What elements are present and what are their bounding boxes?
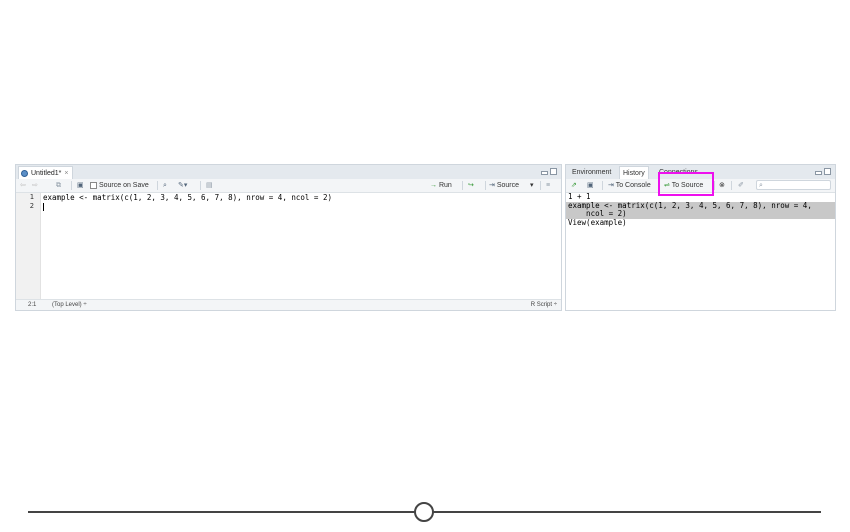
- code-tools-wand-icon[interactable]: ✎▾: [178, 180, 187, 191]
- code-line[interactable]: example <- matrix(c(1, 2, 3, 4, 5, 6, 7,…: [43, 193, 561, 202]
- history-window-controls: [815, 168, 831, 175]
- source-toolbar: ⇦ ⇨ ⧉ ▣ Source on Save ⌕ ✎▾ ▤ → Run ↪ ⇥ …: [16, 179, 561, 193]
- minimize-pane-icon[interactable]: [541, 171, 548, 175]
- toolbar-divider: [540, 181, 541, 190]
- source-button[interactable]: ⇥ Source: [489, 180, 519, 191]
- scope-selector[interactable]: (Top Level) ÷: [52, 300, 87, 310]
- source-on-save-toggle[interactable]: Source on Save: [90, 180, 149, 191]
- load-history-icon[interactable]: ⇗: [571, 180, 577, 191]
- clear-history-broom-icon[interactable]: ✐: [738, 180, 744, 191]
- tab-environment[interactable]: Environment: [569, 166, 614, 179]
- history-search-input[interactable]: ⌕: [756, 180, 831, 190]
- source-window-controls: [541, 168, 557, 175]
- code-area[interactable]: example <- matrix(c(1, 2, 3, 4, 5, 6, 7,…: [43, 193, 561, 211]
- timeline-scrubber-handle[interactable]: [414, 502, 434, 522]
- source-label: Source: [496, 182, 520, 189]
- timeline-track-left: [28, 511, 415, 513]
- file-type-selector[interactable]: R Script ÷: [531, 300, 557, 310]
- editor-statusbar: 2:1 (Top Level) ÷ R Script ÷: [16, 299, 561, 310]
- history-entry[interactable]: View(example): [566, 218, 835, 228]
- toolbar-divider: [485, 181, 486, 190]
- source-arrow-icon: ⇥: [489, 182, 495, 189]
- minimize-pane-icon[interactable]: [815, 171, 822, 175]
- run-button[interactable]: → Run: [430, 180, 452, 191]
- source-on-save-label: Source on Save: [98, 182, 149, 189]
- show-in-window-icon[interactable]: ⧉: [56, 180, 61, 191]
- line-number-gutter: 1 2: [16, 193, 41, 300]
- maximize-pane-icon[interactable]: [824, 168, 831, 175]
- to-source-highlight: [658, 172, 714, 196]
- toolbar-divider: [602, 181, 603, 190]
- history-list: 1 + 1 example <- matrix(c(1, 2, 3, 4, 5,…: [566, 192, 835, 228]
- find-replace-icon[interactable]: ⌕: [163, 180, 167, 191]
- source-pane: Untitled1* × ⇦ ⇨ ⧉ ▣ Source on Save ⌕ ✎▾…: [15, 164, 562, 311]
- save-history-icon[interactable]: ▣: [587, 180, 594, 191]
- source-tabbar: Untitled1* ×: [16, 165, 561, 180]
- tab-history[interactable]: History: [619, 166, 649, 180]
- source-on-save-checkbox[interactable]: [90, 181, 97, 189]
- document-outline-icon[interactable]: ≡: [546, 180, 550, 191]
- magnifier-icon: ⌕: [759, 182, 763, 189]
- toolbar-divider: [462, 181, 463, 190]
- toolbar-divider: [157, 181, 158, 190]
- cursor-position: 2:1: [28, 302, 37, 308]
- forward-arrow-icon[interactable]: ⇨: [32, 180, 38, 191]
- toolbar-divider: [200, 181, 201, 190]
- run-label: Run: [438, 182, 452, 189]
- save-icon[interactable]: ▣: [77, 180, 84, 191]
- document-tab-untitled1[interactable]: Untitled1* ×: [18, 166, 74, 180]
- code-editor[interactable]: 1 2 example <- matrix(c(1, 2, 3, 4, 5, 6…: [16, 193, 561, 300]
- run-arrow-icon: →: [430, 182, 437, 189]
- rerun-icon[interactable]: ↪: [468, 180, 474, 191]
- line-number: 2: [29, 202, 34, 210]
- toolbar-divider: [71, 181, 72, 190]
- timeline-track-right: [433, 511, 821, 513]
- text-cursor: [43, 203, 44, 211]
- to-console-label: To Console: [615, 182, 651, 189]
- r-file-icon: [21, 170, 28, 177]
- toolbar-divider: [731, 181, 732, 190]
- back-arrow-icon[interactable]: ⇦: [20, 180, 26, 191]
- toolbar-divider: [714, 181, 715, 190]
- compile-report-icon[interactable]: ▤: [206, 180, 213, 191]
- to-console-icon: ⇥: [608, 182, 614, 189]
- line-number: 1: [29, 193, 34, 201]
- code-line-cursor[interactable]: [43, 202, 561, 211]
- remove-entry-icon[interactable]: ⊗: [719, 180, 725, 191]
- source-dropdown-icon[interactable]: ▾: [530, 180, 534, 191]
- maximize-pane-icon[interactable]: [550, 168, 557, 175]
- to-console-button[interactable]: ⇥ To Console: [608, 180, 651, 191]
